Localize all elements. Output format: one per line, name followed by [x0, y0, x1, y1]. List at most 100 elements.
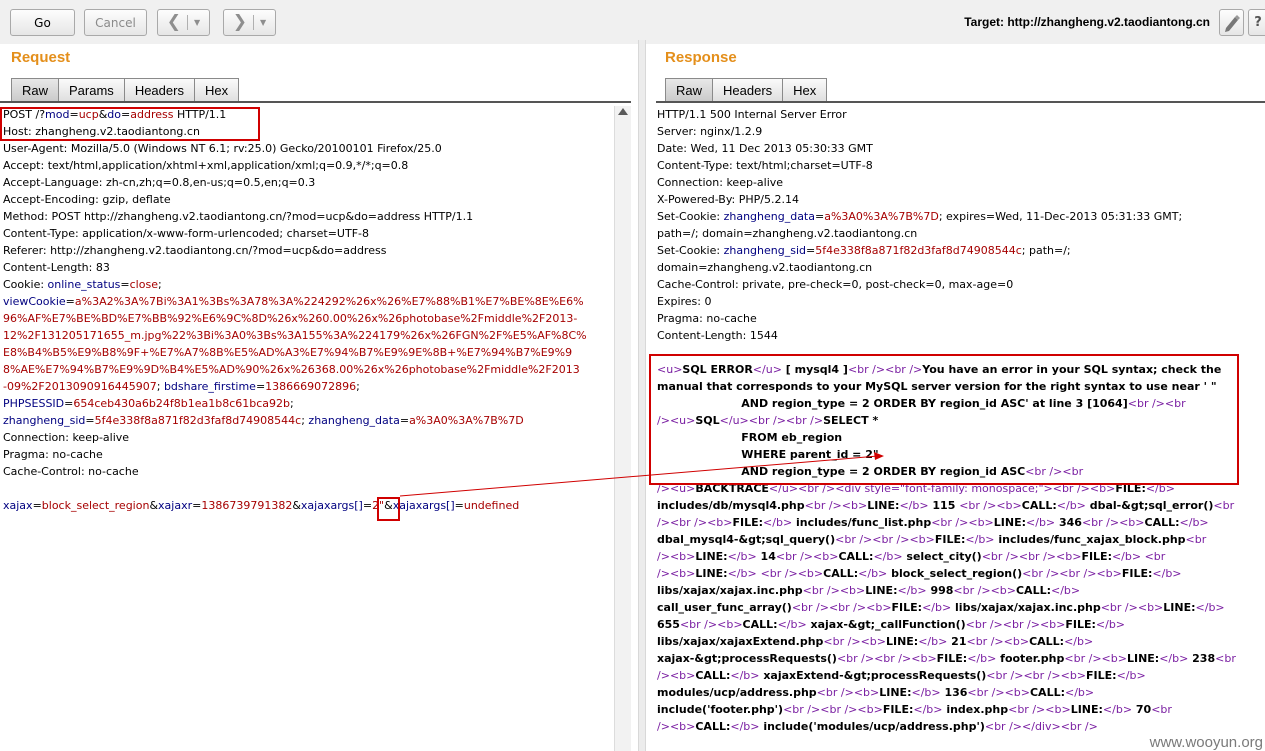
response-text: FILE:	[1081, 550, 1112, 563]
response-line	[657, 344, 1265, 361]
response-line: Connection: keep-alive	[657, 174, 1265, 191]
response-text: WHERE parent_id = 2"	[657, 448, 879, 461]
response-text: LINE:	[1126, 652, 1160, 665]
response-text: <br />	[820, 703, 858, 716]
request-line: zhangheng_sid=5f4e338f8a871f82d3faf8d749…	[3, 412, 613, 429]
back-button[interactable]: ❮ ▼	[157, 9, 210, 36]
request-text: =	[69, 108, 79, 121]
response-text: block_select_region()	[887, 567, 1023, 580]
request-text: 2"	[372, 499, 385, 512]
request-text: =	[454, 499, 464, 512]
response-text: </b>	[873, 550, 903, 563]
request-text: bdshare_firstime	[163, 380, 256, 393]
response-text: <b>	[909, 533, 935, 546]
request-text: xajaxargs[]	[300, 499, 363, 512]
response-text: <br	[1164, 397, 1186, 410]
request-title: Request	[11, 49, 71, 66]
response-text: CALL:	[838, 550, 874, 563]
response-text: LINE:	[695, 567, 728, 580]
request-text: block_select_region	[41, 499, 150, 512]
response-text: manual that corresponds to your MySQL se…	[657, 380, 1217, 393]
response-text: libs/xajax/xajax.inc.php	[657, 584, 803, 597]
response-text: index.php	[942, 703, 1009, 716]
response-text: <b>	[853, 686, 880, 699]
response-text: LINE:	[879, 686, 912, 699]
response-text: footer.php	[996, 652, 1065, 665]
response-text: </b>	[727, 550, 757, 563]
tab-raw[interactable]: Raw	[11, 78, 60, 102]
response-text: ; expires=Wed, 11-Dec-2013 05:31:33 GMT;	[938, 210, 1183, 223]
response-text: SELECT *	[823, 414, 879, 427]
request-line: Content-Length: 83	[3, 259, 613, 276]
response-text: <br />	[783, 703, 821, 716]
response-text: <br />	[835, 533, 873, 546]
response-text: CALL:	[695, 669, 731, 682]
response-text: <b>	[866, 601, 892, 614]
response-text: <b>	[839, 584, 866, 597]
response-line: Expires: 0	[657, 293, 1265, 310]
response-text: <br />	[1023, 669, 1061, 682]
request-text: =	[399, 414, 410, 427]
response-text: libs/xajax/xajaxExtend.php	[657, 635, 824, 648]
response-text: <br />	[679, 618, 718, 631]
response-text: includes/func_list.php	[792, 516, 932, 529]
request-text: undefined	[463, 499, 520, 512]
forward-button[interactable]: ❯ ▼	[223, 9, 276, 36]
back-arrow-icon: ❮	[166, 12, 182, 32]
request-line	[3, 480, 613, 497]
response-line: xajax-&gt;processRequests()<br /><br /><…	[657, 650, 1265, 667]
tab-headers[interactable]: Headers	[123, 78, 195, 102]
help-button[interactable]: ?	[1248, 9, 1265, 36]
response-text: </b>	[1116, 669, 1146, 682]
response-text: libs/xajax/xajax.inc.php	[951, 601, 1101, 614]
request-line: Cache-Control: no-cache	[3, 463, 613, 480]
request-text: HTTP/1.1	[173, 108, 227, 121]
request-text: Pragma: no-cache	[3, 448, 103, 461]
request-text: online_status	[47, 278, 121, 291]
request-text: ;	[290, 397, 294, 410]
response-line: Set-Cookie: zhangheng_sid=5f4e338f8a871f…	[657, 242, 1265, 259]
cancel-button[interactable]: Cancel	[84, 9, 147, 36]
request-text: 96%AF%E7%BE%BD%E7%BB%92%E6%9C%8D%26x%260…	[3, 312, 578, 325]
response-text: <br />	[965, 618, 1003, 631]
response-title: Response	[665, 49, 737, 66]
request-text: =	[255, 380, 266, 393]
request-text: Connection: keep-alive	[3, 431, 130, 444]
response-text: Cache-Control: private, pre-check=0, pos…	[657, 278, 1014, 291]
edit-target-button[interactable]	[1219, 9, 1244, 36]
response-text: <br	[1215, 652, 1236, 665]
response-text: </b>	[913, 703, 943, 716]
scroll-up-icon[interactable]	[618, 108, 628, 115]
button-separator	[187, 15, 189, 30]
response-text: include('modules/ucp/address.php')	[759, 720, 985, 733]
response-text: <b>	[841, 499, 868, 512]
response-text: </b>	[1195, 601, 1225, 614]
request-text: &	[98, 108, 108, 121]
response-text: <b>	[1101, 652, 1127, 665]
response-text: <b>	[1056, 550, 1082, 563]
response-line: libs/xajax/xajax.inc.php<br /><b>LINE:</…	[657, 582, 1265, 599]
tab-hex[interactable]: Hex	[193, 78, 240, 102]
response-line: X-Powered-By: PHP/5.2.14	[657, 191, 1265, 208]
response-text: select_city()	[902, 550, 982, 563]
response-line: 655<br /><b>CALL:</b> xajax-&gt;_callFun…	[657, 616, 1265, 633]
tab-raw[interactable]: Raw	[665, 78, 714, 102]
response-raw-editor[interactable]: HTTP/1.1 500 Internal Server Error Server…	[657, 106, 1265, 751]
response-text: <br />	[828, 601, 867, 614]
request-text: mod	[45, 108, 70, 121]
request-scrollbar[interactable]	[614, 106, 631, 751]
response-text: <br />	[1127, 397, 1165, 410]
response-text: <br />	[1081, 516, 1120, 529]
request-text: 8%AE%E7%94%B7%E9%9D%B4%E5%AD%90%26x%2636…	[3, 363, 580, 376]
tab-hex[interactable]: Hex	[782, 78, 828, 102]
tab-headers[interactable]: Headers	[712, 78, 784, 102]
response-text: SQL	[695, 414, 720, 427]
response-line: WHERE parent_id = 2"	[657, 446, 1265, 463]
pane-splitter[interactable]	[638, 40, 646, 751]
request-text: Accept: text/html,application/xhtml+xml,…	[3, 159, 409, 172]
request-text: a%3A2%3A%7Bi%3A1%3Bs%3A78%3A%224292%26x%…	[74, 295, 584, 308]
tab-params[interactable]: Params	[58, 78, 125, 102]
go-button[interactable]: Go	[10, 9, 75, 36]
response-line: FROM eb_region	[657, 429, 1265, 446]
request-raw-editor[interactable]: POST /?mod=ucp&do=address HTTP/1.1 Host: …	[3, 106, 613, 751]
